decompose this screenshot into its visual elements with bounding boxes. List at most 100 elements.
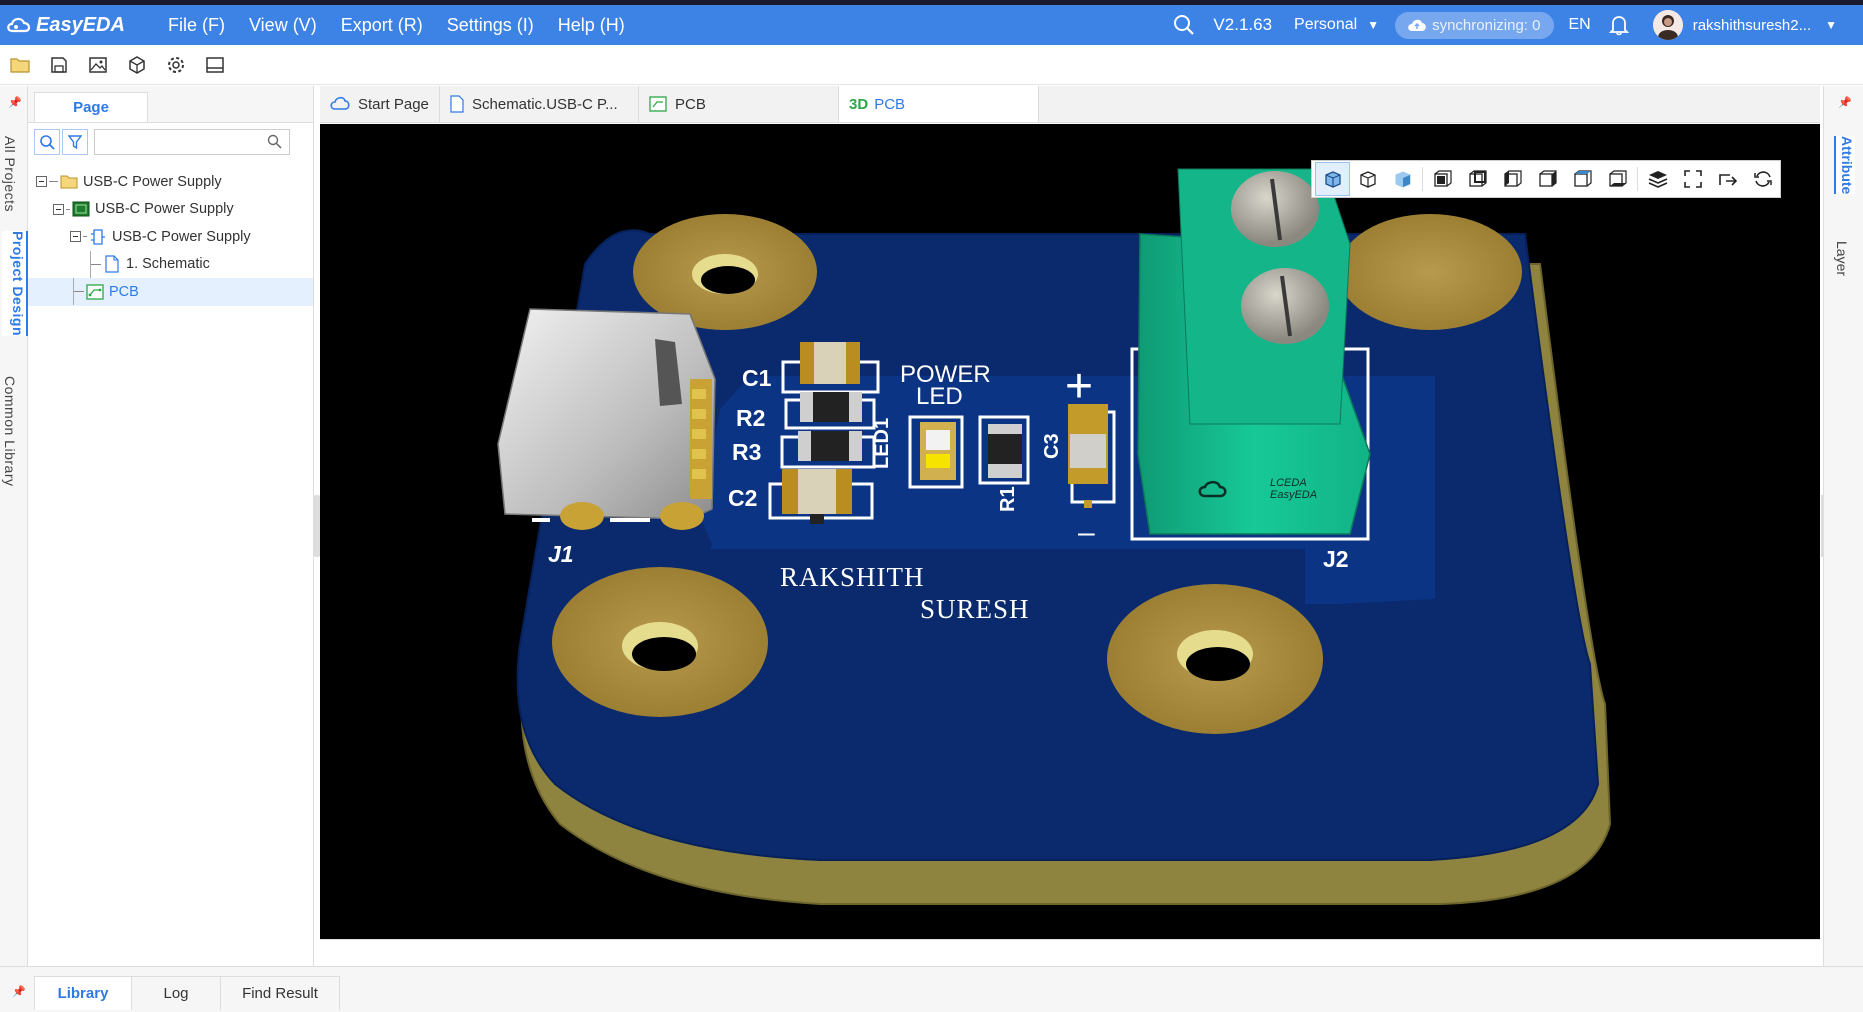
silk-r2: R2 — [736, 405, 765, 431]
sync-status-badge[interactable]: synchronizing: 0 — [1395, 11, 1555, 39]
tree-item-schematic-group[interactable]: USB-C Power Supply — [28, 223, 313, 251]
search-icon — [40, 135, 55, 150]
filter-icon — [68, 135, 82, 150]
tab-label: Schematic.USB-C P... — [472, 95, 618, 113]
project-tree-panel: Page USB-C Power Supply USB-C Power Supp… — [28, 86, 314, 966]
cloud-upload-icon — [1408, 19, 1426, 31]
bottom-panel: 📌 Library Log Find Result — [0, 966, 1863, 1012]
save-icon[interactable] — [39, 46, 78, 84]
image-icon[interactable] — [78, 46, 117, 84]
3d-view-icon[interactable] — [1315, 162, 1350, 196]
terminal-block-j2: LCEDA EasyEDA — [1130, 168, 1371, 541]
tree-search-row — [34, 129, 290, 155]
chevron-down-icon: ▼ — [1367, 18, 1380, 32]
menu-export[interactable]: Export (R) — [329, 15, 435, 36]
cloud-logo-icon — [7, 17, 31, 33]
silk-plus: + — [1065, 360, 1093, 413]
menu-file[interactable]: File (F) — [156, 15, 237, 36]
vtab-project-design[interactable]: Project Design — [2, 231, 28, 337]
search-icon[interactable] — [1173, 14, 1195, 36]
left-view-icon[interactable] — [1495, 162, 1530, 196]
tab-page[interactable]: Page — [34, 92, 148, 122]
3d-viewport[interactable]: LCEDA EasyEDA C1 R2 R3 C2 POWER LED LED1… — [320, 124, 1820, 939]
connector-marking-lceda: LCEDA — [1270, 477, 1307, 489]
menu-help[interactable]: Help (H) — [546, 15, 637, 36]
fullscreen-icon[interactable] — [1675, 162, 1710, 196]
board-text-first-name: RAKSHITH — [780, 562, 925, 592]
search-icon[interactable] — [267, 134, 282, 152]
vtab-common-library[interactable]: Common Library — [2, 376, 18, 486]
reset-view-icon[interactable] — [1745, 162, 1780, 196]
bottom-view-icon[interactable] — [1600, 162, 1635, 196]
3d-pcb-render[interactable]: LCEDA EasyEDA C1 R2 R3 C2 POWER LED LED1… — [320, 124, 1820, 939]
pin-icon[interactable]: 📌 — [1838, 96, 1852, 109]
top-view-icon[interactable] — [1565, 162, 1600, 196]
tab-schematic[interactable]: Schematic.USB-C P... — [440, 86, 639, 122]
tree-item-project[interactable]: USB-C Power Supply — [28, 168, 313, 196]
menu-settings[interactable]: Settings (I) — [435, 15, 546, 36]
tab-find-result[interactable]: Find Result — [220, 976, 340, 1010]
silk-r1: R1 — [997, 486, 1019, 512]
panel-tabs: Page — [28, 86, 313, 123]
tab-library[interactable]: Library — [34, 976, 132, 1010]
tree-item-board[interactable]: USB-C Power Supply — [28, 196, 313, 224]
tab-3d-pcb[interactable]: 3D PCB — [839, 86, 1039, 122]
silk-r3: R3 — [732, 439, 761, 465]
cloud-icon — [330, 96, 350, 112]
page-icon — [103, 255, 121, 273]
tab-start-page[interactable]: Start Page — [320, 86, 440, 122]
bell-icon[interactable] — [1608, 14, 1629, 36]
tree-item-label: USB-C Power Supply — [83, 173, 222, 190]
team-selector[interactable]: Personal ▼ — [1294, 16, 1379, 34]
tab-3d-prefix: 3D — [849, 95, 869, 113]
app-logo[interactable]: EasyEDA — [6, 14, 156, 37]
collapse-icon[interactable] — [70, 231, 81, 243]
language-selector[interactable]: EN — [1568, 16, 1590, 34]
tree-search-input[interactable] — [94, 129, 290, 155]
app-logo-text: EasyEDA — [36, 13, 125, 36]
tree-item-label: USB-C Power Supply — [112, 228, 251, 245]
viewport-footer — [320, 939, 1820, 967]
wireframe-view-icon[interactable] — [1350, 162, 1385, 196]
document-icon — [450, 95, 464, 113]
silk-led1: LED1 — [871, 418, 893, 469]
layers-icon[interactable] — [1640, 162, 1675, 196]
folder-icon — [60, 173, 78, 191]
tab-pcb[interactable]: PCB — [639, 86, 839, 122]
board-text-last-name: SURESH — [920, 594, 1030, 624]
back-view-icon[interactable] — [1460, 162, 1495, 196]
sync-status-text: synchronizing: 0 — [1432, 16, 1541, 34]
chevron-down-icon[interactable]: ▼ — [1825, 18, 1837, 32]
username[interactable]: rakshithsuresh2... — [1693, 17, 1811, 34]
silk-led: LED — [916, 383, 963, 410]
rtab-layer[interactable]: Layer — [1834, 241, 1850, 276]
pin-icon[interactable]: 📌 — [12, 985, 26, 998]
package-icon[interactable] — [117, 46, 156, 84]
gear-icon[interactable] — [156, 46, 195, 84]
solid-view-icon[interactable] — [1385, 162, 1420, 196]
vtab-all-projects[interactable]: All Projects — [2, 136, 18, 212]
export-icon[interactable] — [1710, 162, 1745, 196]
project-tree: USB-C Power Supply USB-C Power Supply US… — [28, 168, 313, 306]
front-view-icon[interactable] — [1425, 162, 1460, 196]
avatar[interactable] — [1652, 10, 1683, 40]
panel-icon[interactable] — [195, 46, 234, 84]
tree-item-schematic-page[interactable]: 1. Schematic — [28, 250, 313, 279]
board-icon — [72, 200, 90, 218]
tab-log[interactable]: Log — [131, 976, 221, 1010]
user-avatar-icon — [1652, 10, 1683, 40]
main-toolbar — [0, 45, 1863, 85]
rtab-attribute[interactable]: Attribute — [1834, 136, 1855, 195]
collapse-icon[interactable] — [53, 203, 64, 215]
menu-view[interactable]: View (V) — [237, 15, 329, 36]
folder-icon[interactable] — [0, 46, 39, 84]
collapse-icon[interactable] — [36, 176, 47, 188]
pin-icon[interactable]: 📌 — [8, 96, 22, 109]
tree-item-pcb[interactable]: PCB — [28, 278, 313, 306]
search-button[interactable] — [34, 129, 60, 155]
silk-j2: J2 — [1323, 546, 1349, 572]
silk-minus: – — [1078, 516, 1095, 549]
right-view-icon[interactable] — [1530, 162, 1565, 196]
filter-button[interactable] — [62, 129, 88, 155]
tree-item-label: 1. Schematic — [126, 256, 210, 273]
